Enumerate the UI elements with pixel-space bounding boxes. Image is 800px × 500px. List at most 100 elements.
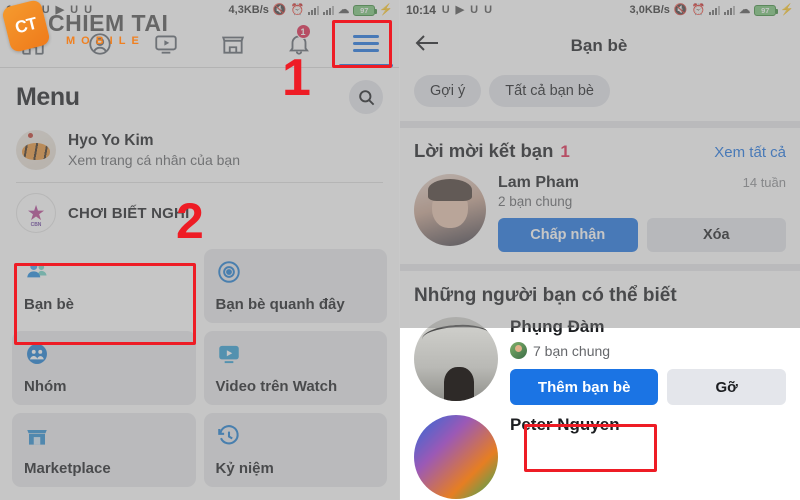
nav-tab-menu[interactable] bbox=[333, 20, 400, 67]
nearby-icon bbox=[217, 261, 240, 283]
request-body: Lam Pham 14 tuần 2 bạn chung Chấp nhận X… bbox=[498, 174, 786, 252]
tile-label: Marketplace bbox=[24, 460, 111, 477]
status-left-group: 10:14 U ▶ U U bbox=[6, 3, 92, 17]
friends-header: Bạn bè bbox=[400, 20, 800, 69]
profile-texts: Hyo Yo Kim Xem trang cá nhân của bạn bbox=[68, 132, 240, 168]
search-button[interactable] bbox=[349, 80, 383, 114]
network-speed: 3,0KB/s bbox=[629, 4, 670, 16]
status-time: 10:14 bbox=[6, 3, 36, 17]
u-icon: U bbox=[84, 3, 93, 16]
mutual-friends-row: 7 bạn chung bbox=[510, 342, 786, 359]
mutual-friends-text: 2 bạn chung bbox=[498, 194, 573, 209]
signal-icon bbox=[724, 5, 736, 15]
play-icon: ▶ bbox=[455, 3, 465, 16]
header-title: Bạn bè bbox=[570, 35, 628, 55]
tile-ban-be[interactable]: Bạn bè bbox=[12, 249, 196, 323]
section-title: Những người bạn có thể biết bbox=[414, 285, 677, 306]
see-all-link[interactable]: Xem tất cả bbox=[714, 144, 786, 161]
wifi-icon: ☁ bbox=[739, 3, 751, 16]
suggestion-name: Peter Nguyen bbox=[510, 415, 620, 434]
add-friend-button[interactable]: Thêm bạn bè bbox=[510, 369, 659, 405]
section-title: Lời mời kết bạn bbox=[414, 140, 554, 161]
filter-chips: Gợi ý Tất cả bạn bè bbox=[400, 69, 800, 121]
profile-name: Hyo Yo Kim bbox=[68, 132, 154, 149]
request-top-line: Lam Pham 14 tuần bbox=[498, 174, 786, 192]
section-divider bbox=[400, 264, 800, 271]
facebook-top-nav: 1 bbox=[0, 20, 399, 68]
hamburger-icon bbox=[352, 35, 379, 52]
suggestion-body: Phụng Đàm 7 bạn chung Thêm bạn bè Gỡ bbox=[510, 317, 786, 405]
avatar[interactable] bbox=[414, 174, 486, 246]
request-time: 14 tuần bbox=[742, 175, 786, 190]
chip-goi-y[interactable]: Gợi ý bbox=[414, 75, 482, 107]
notification-badge: 1 bbox=[295, 24, 311, 39]
nav-tab-marketplace[interactable] bbox=[200, 20, 267, 67]
accept-button[interactable]: Chấp nhận bbox=[498, 218, 638, 252]
profile-row[interactable]: Hyo Yo Kim Xem trang cá nhân của bạn bbox=[0, 122, 399, 180]
memories-icon bbox=[217, 425, 239, 445]
mutual-friends-text: 7 bạn chung bbox=[533, 342, 611, 359]
people-you-may-know-section: Những người bạn có thể biết Phụng Đàm 7 … bbox=[400, 271, 800, 500]
u-icon: U bbox=[441, 3, 450, 16]
menu-header: Menu bbox=[0, 68, 399, 122]
left-status-bar: 10:14 U ▶ U U 4,3KB/s 🔇 ⏰ ☁ 97 ⚡ bbox=[0, 0, 399, 20]
alarm-icon: ⏰ bbox=[691, 3, 706, 16]
back-button[interactable] bbox=[414, 32, 440, 59]
watch-icon bbox=[218, 345, 239, 364]
right-phone-panel: 10:14 U ▶ U U 3,0KB/s 🔇 ⏰ ☁ 97 ⚡ Bạn bè … bbox=[400, 0, 800, 500]
nav-tab-home[interactable] bbox=[0, 20, 67, 67]
battery-icon: 97 bbox=[754, 4, 779, 16]
signal-icon bbox=[323, 5, 335, 15]
mute-icon: 🔇 bbox=[673, 3, 688, 16]
mute-icon: 🔇 bbox=[272, 3, 287, 16]
remove-suggestion-button[interactable]: Gỡ bbox=[667, 369, 786, 405]
right-status-bar: 10:14 U ▶ U U 3,0KB/s 🔇 ⏰ ☁ 97 ⚡ bbox=[400, 0, 800, 20]
alarm-icon: ⏰ bbox=[290, 3, 305, 16]
back-arrow-icon bbox=[415, 35, 438, 51]
charging-icon: ⚡ bbox=[780, 3, 794, 16]
delete-button[interactable]: Xóa bbox=[646, 218, 786, 252]
avatar bbox=[16, 130, 56, 170]
status-time: 10:14 bbox=[406, 3, 436, 17]
suggestion-actions: Thêm bạn bè Gỡ bbox=[510, 369, 786, 405]
nav-tab-watch[interactable] bbox=[133, 20, 200, 67]
u-icon: U bbox=[41, 3, 50, 16]
suggestion-row[interactable]: Peter Nguyen bbox=[414, 415, 786, 500]
tile-nhom[interactable]: Nhóm bbox=[12, 331, 196, 405]
status-left-group: 10:14 U ▶ U U bbox=[406, 3, 492, 17]
menu-tile-grid: Bạn bè Bạn bè quanh đây Nhóm Video trên … bbox=[0, 243, 399, 499]
tile-ky-niem[interactable]: Kỷ niệm bbox=[203, 413, 387, 487]
u-icon: U bbox=[484, 3, 493, 16]
suggestion-name: Phụng Đàm bbox=[510, 317, 605, 336]
suggestion-body: Peter Nguyen bbox=[510, 415, 786, 499]
tile-marketplace[interactable]: Marketplace bbox=[12, 413, 196, 487]
store-icon bbox=[221, 36, 244, 54]
page-title: Menu bbox=[16, 82, 80, 111]
signal-icon bbox=[709, 5, 721, 15]
request-name: Lam Pham bbox=[498, 174, 579, 191]
tile-label: Video trên Watch bbox=[215, 378, 338, 395]
video-icon bbox=[155, 34, 177, 54]
left-phone-panel: 10:14 U ▶ U U 4,3KB/s 🔇 ⏰ ☁ 97 ⚡ 1 Menu … bbox=[0, 0, 400, 500]
friend-request-row[interactable]: Lam Pham 14 tuần 2 bạn chung Chấp nhận X… bbox=[400, 168, 800, 264]
friend-requests-header: Lời mời kết bạn 1 Xem tất cả bbox=[400, 128, 800, 168]
request-count: 1 bbox=[560, 142, 570, 161]
friends-icon bbox=[27, 263, 47, 278]
tile-video-tren-watch[interactable]: Video trên Watch bbox=[203, 331, 387, 405]
avatar[interactable] bbox=[414, 415, 498, 499]
nav-tab-friends[interactable] bbox=[67, 20, 134, 67]
tile-ban-be-quanh-day[interactable]: Bạn bè quanh đây bbox=[203, 249, 387, 323]
wifi-icon: ☁ bbox=[338, 3, 350, 16]
tile-label: Kỷ niệm bbox=[215, 460, 274, 477]
screenshot-root: 10:14 U ▶ U U 4,3KB/s 🔇 ⏰ ☁ 97 ⚡ 1 Menu … bbox=[0, 0, 800, 500]
section-divider bbox=[400, 121, 800, 128]
avatar[interactable] bbox=[414, 317, 498, 401]
store-icon bbox=[27, 430, 47, 445]
groups-icon bbox=[27, 344, 47, 364]
chip-tat-ca-ban-be[interactable]: Tất cả bạn bè bbox=[489, 75, 610, 107]
request-actions: Chấp nhận Xóa bbox=[498, 218, 786, 252]
suggestion-row[interactable]: Phụng Đàm 7 bạn chung Thêm bạn bè Gỡ bbox=[414, 317, 786, 415]
network-speed: 4,3KB/s bbox=[228, 4, 269, 16]
battery-icon: 97 bbox=[353, 4, 378, 16]
u-icon: U bbox=[70, 3, 79, 16]
